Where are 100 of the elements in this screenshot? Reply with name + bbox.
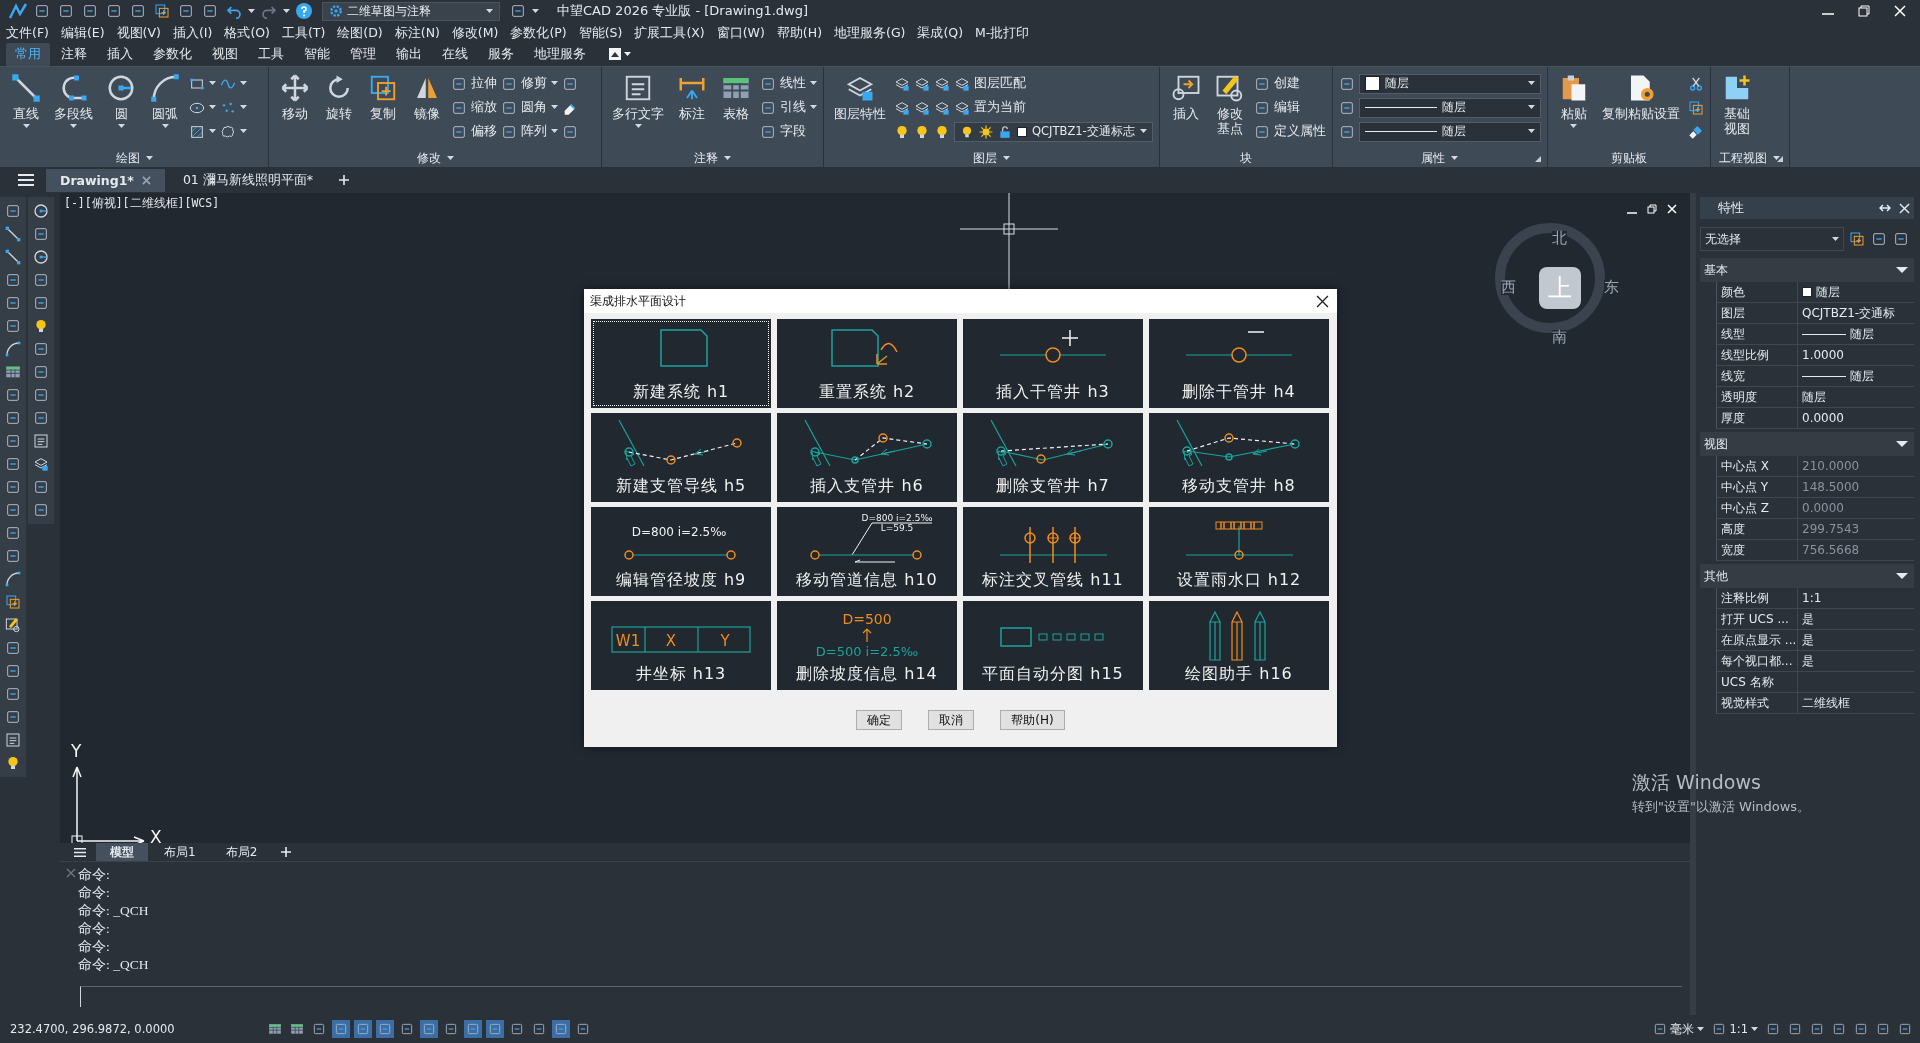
ribbon-tool-button[interactable]: 圆 xyxy=(101,71,141,131)
annotation-scale-dropdown[interactable]: 1:1 xyxy=(1710,1019,1760,1039)
command-tile[interactable]: 删除支管井 h7 xyxy=(963,413,1143,502)
ribbon-tool-button[interactable]: 表格 xyxy=(716,71,756,123)
command-tile[interactable]: W1 X Y 井坐标 h13 xyxy=(591,601,771,690)
property-value[interactable]: 是 xyxy=(1797,651,1914,671)
property-value[interactable]: 二维线框 xyxy=(1797,693,1914,713)
ribbon-tool-button[interactable]: 标注 xyxy=(672,71,712,123)
property-value[interactable]: 1.0000 xyxy=(1797,345,1914,365)
toolbar-button[interactable] xyxy=(3,339,23,359)
command-tile[interactable]: 插入干管井 h3 xyxy=(963,319,1143,408)
ribbon-tab[interactable]: 服务 xyxy=(479,43,523,66)
ribbon-tab[interactable]: 输出 xyxy=(387,43,431,66)
ribbon-tool-button[interactable]: 拉伸 xyxy=(451,73,497,94)
toolbar-button[interactable] xyxy=(3,247,23,267)
ribbon-tab[interactable]: 参数化 xyxy=(144,43,201,66)
status-toggle-button[interactable] xyxy=(486,1020,504,1038)
property-value[interactable]: 是 xyxy=(1797,630,1914,650)
menu-item[interactable]: 修改(M) xyxy=(451,24,499,42)
compass-label[interactable]: 西 xyxy=(1501,280,1516,295)
status-toggle-button[interactable] xyxy=(376,1020,394,1038)
ribbon-tool-button[interactable]: 基础视图 xyxy=(1716,71,1757,138)
ribbon-tool-button[interactable]: 旋转 xyxy=(319,71,359,123)
ribbon-tool-button[interactable]: 线性 xyxy=(760,73,817,94)
menu-item[interactable]: 格式(O) xyxy=(224,24,270,42)
toolbar-button[interactable] xyxy=(31,201,51,221)
ribbon-tool-button[interactable]: 多行文字 xyxy=(608,71,668,131)
ribbon-tool-button[interactable]: 引线 xyxy=(760,97,817,118)
property-value[interactable]: 随层 xyxy=(1797,324,1914,344)
command-tile[interactable]: 平面自动分图 h15 xyxy=(963,601,1143,690)
restore-button[interactable] xyxy=(1646,203,1658,215)
ribbon-tool-button[interactable]: 图层特性 xyxy=(830,71,890,123)
menu-item[interactable]: M-批打印 xyxy=(975,24,1030,42)
command-tile[interactable]: 移动支管井 h8 xyxy=(1149,413,1329,502)
status-toggle-button[interactable] xyxy=(464,1020,482,1038)
toolbar-button[interactable] xyxy=(1870,230,1888,248)
ribbon-tool-button[interactable]: 修改基点 xyxy=(1209,71,1250,138)
menu-item[interactable]: 视图(V) xyxy=(116,24,161,42)
ribbon-tool-button[interactable]: 直线 xyxy=(6,71,46,131)
ribbon-tool-button[interactable]: 圆弧 xyxy=(145,71,185,131)
ribbon-tool-button[interactable]: 创建 xyxy=(1253,73,1326,94)
property-dropdown[interactable]: 随层 xyxy=(1358,73,1541,94)
property-value[interactable]: 1:1 xyxy=(1797,588,1914,608)
property-value[interactable]: 随层 xyxy=(1797,366,1914,386)
ribbon-tool-button[interactable]: 移动 xyxy=(275,71,315,123)
ribbon-tab[interactable]: 插入 xyxy=(98,43,142,66)
toolbar-button[interactable] xyxy=(3,592,23,612)
menu-item[interactable]: 绘图(D) xyxy=(337,24,383,42)
ribbon-tool-button[interactable]: 镜像 xyxy=(407,71,447,123)
toolbar-button[interactable] xyxy=(3,569,23,589)
property-value[interactable]: 是 xyxy=(1797,609,1914,629)
layout-tab[interactable]: 布局2 xyxy=(211,842,272,862)
menu-item[interactable]: 编辑(E) xyxy=(60,24,105,42)
command-tile[interactable]: 设置雨水口 h12 xyxy=(1149,507,1329,596)
dialog-button[interactable]: 确定 xyxy=(856,710,903,730)
ribbon-tool-button[interactable]: 插入 xyxy=(1165,71,1206,123)
property-value[interactable]: 0.0000 xyxy=(1797,408,1914,428)
command-tile[interactable]: 插入支管井 h6 xyxy=(777,413,957,502)
ribbon-tool-button[interactable]: 复制 xyxy=(363,71,403,123)
menu-item[interactable]: 参数化(P) xyxy=(510,24,567,42)
compass-label[interactable]: 东 xyxy=(1604,280,1619,295)
quick-access-button[interactable] xyxy=(152,2,172,20)
command-tile[interactable]: 新建支管导线 h5 xyxy=(591,413,771,502)
ribbon-tab[interactable]: 地理服务 xyxy=(525,43,595,66)
compass-label[interactable]: 北 xyxy=(1552,231,1567,246)
ribbon-tab[interactable]: 注释 xyxy=(52,43,96,66)
ribbon-tool-button[interactable]: 多段线 xyxy=(50,71,97,131)
menu-item[interactable]: 文件(F) xyxy=(6,24,49,42)
unit-dropdown[interactable]: 毫米 xyxy=(1651,1019,1707,1039)
layout-tab[interactable]: 布局1 xyxy=(150,842,210,862)
section-header[interactable]: 视图 xyxy=(1700,432,1914,456)
section-header[interactable]: 基本 xyxy=(1700,258,1914,282)
selection-dropdown[interactable]: 无选择 xyxy=(1700,227,1844,251)
close-button[interactable] xyxy=(1666,203,1678,215)
dialog-button[interactable]: 帮助(H) xyxy=(1000,710,1065,730)
command-tile[interactable]: D=800 i=2.5‰ 编辑管径坡度 h9 xyxy=(591,507,771,596)
menu-item[interactable]: 工具(T) xyxy=(281,24,326,42)
workspace-dropdown[interactable]: 二维草图与注释 xyxy=(322,1,500,21)
ribbon-tool-button[interactable]: 编辑 xyxy=(1253,97,1326,118)
status-toggle-button[interactable] xyxy=(552,1020,570,1038)
ribbon-tool-button[interactable]: 粘贴 xyxy=(1553,71,1594,131)
command-tile[interactable]: 标注交叉管线 h11 xyxy=(963,507,1143,596)
property-dropdown[interactable]: 随层 xyxy=(1358,97,1541,118)
ribbon-tool-button[interactable]: 图层匹配 xyxy=(954,73,1153,94)
ribbon-tool-button[interactable]: 阵列 xyxy=(501,121,558,142)
property-value[interactable]: QCJTBZ1-交通标 xyxy=(1797,303,1914,323)
menu-item[interactable]: 插入(I) xyxy=(172,24,213,42)
ribbon-toggle-button[interactable] xyxy=(607,47,633,61)
command-tile[interactable]: 绘图助手 h16 xyxy=(1149,601,1329,690)
command-tile[interactable]: 删除干管井 h4 xyxy=(1149,319,1329,408)
ribbon-tab[interactable]: 常用 xyxy=(6,43,50,66)
toolbar-button[interactable] xyxy=(31,247,51,267)
ribbon-tool-button[interactable]: 置为当前 xyxy=(954,97,1153,118)
ribbon-tool-button[interactable]: 修剪 xyxy=(501,73,558,94)
status-toggle-button[interactable] xyxy=(332,1020,350,1038)
menu-item[interactable]: 标注(N) xyxy=(394,24,440,42)
ribbon-tool-button[interactable]: 复制粘贴设置 xyxy=(1597,71,1684,123)
ribbon-tool-button[interactable]: 缩放 xyxy=(451,97,497,118)
ribbon-tool-button[interactable]: 偏移 xyxy=(451,121,497,142)
menu-item[interactable]: 扩展工具(X) xyxy=(634,24,705,42)
